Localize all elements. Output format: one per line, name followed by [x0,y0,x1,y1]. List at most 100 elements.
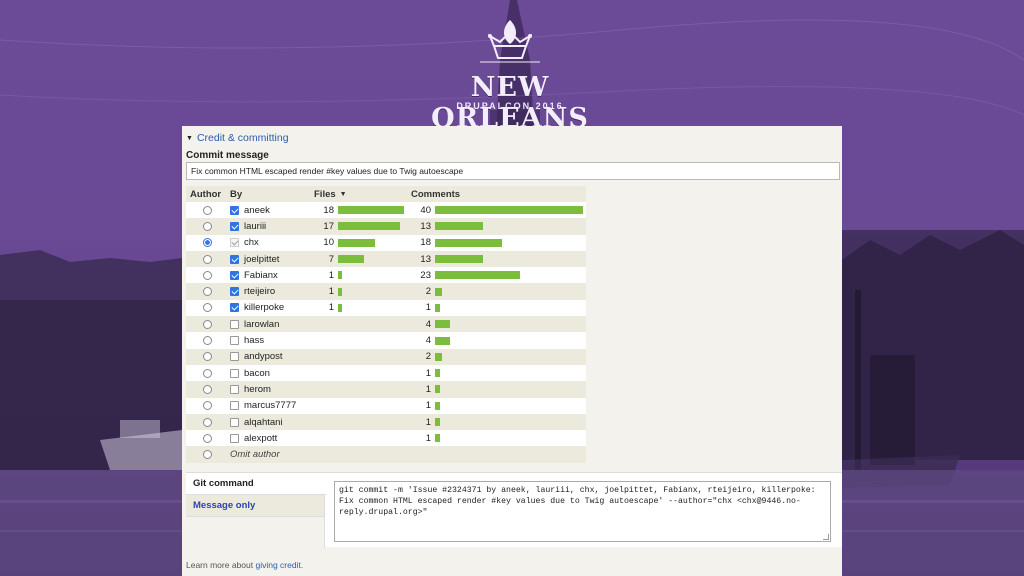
table-row: larowlan 4 [186,316,586,333]
by-cell: joelpittet [230,254,314,265]
by-cell: chx [230,237,314,248]
files-bar [338,287,342,296]
credit-checkbox[interactable] [230,270,239,280]
contributor-name: joelpittet [244,253,280,265]
author-radio[interactable] [203,287,212,297]
author-radio[interactable] [203,221,212,231]
author-radio[interactable] [203,238,212,248]
credit-checkbox[interactable] [230,384,239,394]
credit-checkbox[interactable] [230,319,239,329]
files-column-header[interactable]: Files ▼ [314,189,411,200]
credit-checkbox[interactable] [230,352,239,362]
credit-checkbox[interactable] [230,205,239,215]
author-cell [186,450,230,460]
author-cell [186,254,230,264]
tab-git-command[interactable]: Git command [186,473,326,495]
comments-count: 4 [425,318,431,330]
comments-cell: 1 [411,368,586,379]
author-radio[interactable] [203,254,212,264]
author-radio[interactable] [203,205,212,215]
author-radio[interactable] [203,401,212,411]
credit-checkbox[interactable] [230,433,239,443]
author-radio[interactable] [203,417,212,427]
commit-message-input[interactable]: Fix common HTML escaped render #key valu… [186,162,840,180]
credit-checkbox[interactable] [230,287,239,297]
omit-author-radio[interactable] [203,450,212,460]
contributor-name: chx [244,237,259,249]
credit-checkbox[interactable] [230,368,239,378]
files-cell: 10 [314,237,411,248]
author-radio[interactable] [203,319,212,329]
table-row: lauriii 17 13 [186,218,586,235]
table-row: alqahtani 1 [186,413,586,431]
files-cell: 1 [314,302,411,313]
credit-checkbox[interactable] [230,303,239,313]
comments-count: 2 [425,286,431,298]
author-cell [186,270,230,280]
files-count: 1 [328,286,334,298]
tab-message-only[interactable]: Message only [186,495,324,517]
git-command-textarea[interactable]: git commit -m 'Issue #2324371 by aneek, … [334,481,831,542]
files-count: 17 [323,220,334,232]
giving-credit-link[interactable]: giving credit [255,560,300,570]
by-cell: bacon [230,368,314,379]
comments-cell: 1 [411,417,586,428]
table-row: herom 1 [186,381,586,398]
comments-count: 1 [425,432,431,444]
comments-cell: 13 [411,221,586,232]
comments-bar [435,255,483,264]
comments-cell: 23 [411,270,586,281]
files-bar [338,303,342,312]
credit-checkbox[interactable] [230,336,239,346]
author-radio[interactable] [203,303,212,313]
resize-handle-icon[interactable] [823,534,829,540]
author-cell [186,238,230,248]
files-count: 10 [323,237,334,249]
by-cell: hass [230,335,314,346]
by-column-header[interactable]: By [230,189,314,200]
files-cell: 7 [314,254,411,265]
author-radio[interactable] [203,352,212,362]
commit-message-label: Commit message [186,150,269,161]
table-row: chx 10 18 [186,234,586,251]
author-radio[interactable] [203,336,212,346]
comments-count: 23 [420,269,431,281]
author-column-header[interactable]: Author [186,189,230,200]
table-row: hass 4 [186,332,586,349]
contributor-name: aneek [244,204,270,216]
triangle-down-icon: ▼ [186,134,193,142]
credit-committing-label: Credit & committing [196,132,289,144]
credit-panel: ▼ Credit & committing Commit message Fix… [182,126,842,576]
credit-checkbox[interactable] [230,401,239,411]
by-cell: Fabianx [230,270,314,281]
comments-bar [435,434,440,443]
credit-committing-toggle[interactable]: ▼ Credit & committing [186,132,289,144]
comments-bar [435,287,442,296]
author-radio[interactable] [203,433,212,443]
author-radio[interactable] [203,384,212,394]
author-cell [186,287,230,297]
footer-text: Learn more about giving credit. [186,560,303,570]
comments-count: 1 [425,302,431,314]
files-cell: 17 [314,221,411,232]
author-radio[interactable] [203,368,212,378]
by-cell: rteijeiro [230,286,314,297]
contributor-name: alexpott [244,432,278,444]
contributor-name: Fabianx [244,269,278,281]
table-row: Fabianx 1 23 [186,267,586,284]
credit-checkbox[interactable] [230,417,239,427]
omit-author-cell: Omit author [230,449,314,460]
comments-cell: 2 [411,286,586,297]
author-radio[interactable] [203,270,212,280]
comments-cell: 1 [411,433,586,444]
comments-cell: 40 [411,205,586,216]
author-cell [186,384,230,394]
author-cell [186,417,230,427]
table-row: aneek 18 40 [186,202,586,219]
by-cell: alexpott [230,433,314,444]
credit-checkbox[interactable] [230,221,239,231]
contributor-name: alqahtani [244,416,283,428]
credit-checkbox[interactable] [230,254,239,264]
comments-column-header[interactable]: Comments [411,189,586,200]
by-cell: alqahtani [230,417,314,428]
